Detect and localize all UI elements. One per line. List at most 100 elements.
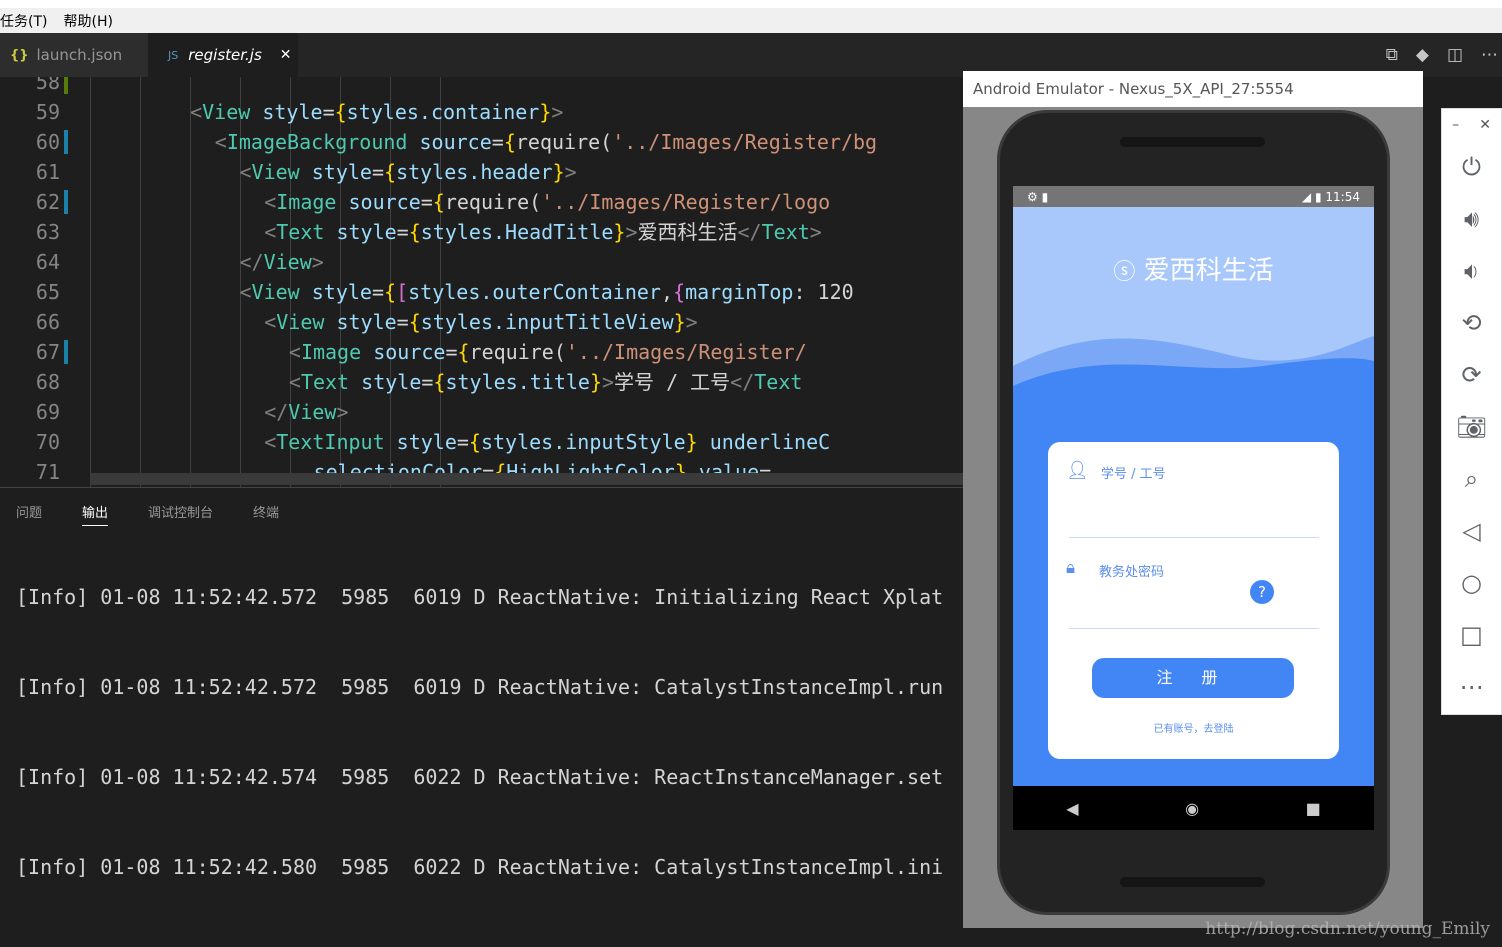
code-token: {: [408, 310, 421, 334]
code-token: underlineC: [697, 430, 831, 454]
code-token: Text: [761, 220, 810, 244]
signal-icon: ◢: [1301, 189, 1312, 204]
code-token: =: [371, 160, 385, 184]
tab-register-js[interactable]: JS register.js ✕: [148, 33, 298, 77]
code-token: '../Images/Register/logo: [541, 190, 831, 214]
more-icon[interactable]: ⋯: [1481, 45, 1498, 65]
code-token: {: [334, 100, 347, 124]
git-gutter-mark: [64, 190, 68, 214]
code-token: </: [239, 250, 264, 274]
id-input[interactable]: [1069, 537, 1319, 538]
line-number: 62: [35, 190, 60, 214]
tab-problems[interactable]: 问题: [16, 502, 42, 526]
home-icon[interactable]: ○: [1442, 557, 1501, 609]
register-button[interactable]: 注 册: [1092, 658, 1294, 698]
close-icon[interactable]: ✕: [280, 47, 292, 63]
close-icon[interactable]: ✕: [1479, 117, 1491, 133]
code-token: {: [432, 190, 445, 214]
code-token: <: [190, 100, 203, 124]
line-number: 71: [35, 460, 60, 484]
code-token: {: [468, 430, 481, 454]
back-icon[interactable]: ◀: [1066, 799, 1078, 818]
overview-icon[interactable]: □: [1442, 609, 1501, 661]
line-number: 67: [35, 340, 60, 364]
home-icon[interactable]: ◉: [1185, 799, 1199, 818]
code-token: <: [214, 130, 227, 154]
zoom-icon[interactable]: ⌕: [1442, 453, 1501, 505]
open-preview-icon[interactable]: ⧉: [1386, 45, 1398, 65]
menu-tasks[interactable]: 任务(T): [0, 11, 47, 31]
line-number: 69: [35, 400, 60, 424]
code-token: style: [250, 100, 323, 124]
login-link[interactable]: 已有账号，去登陆: [1048, 720, 1339, 735]
code-token: </: [264, 400, 289, 424]
code-line: <Image source={require('../Images/Regist…: [264, 187, 830, 217]
code-token: =: [491, 130, 504, 154]
code-token: marginTop: [685, 280, 794, 304]
code-token: >: [625, 220, 638, 244]
code-line: <Text style={styles.title}>学号 / 工号</Text: [289, 367, 803, 397]
bottom-speaker: [1120, 877, 1265, 887]
code-token: ,: [660, 280, 674, 304]
minimize-icon[interactable]: –: [1452, 117, 1459, 133]
split-editor-icon[interactable]: ◫: [1447, 45, 1463, 65]
code-token: styles.title: [445, 370, 590, 394]
tab-terminal[interactable]: 终端: [253, 502, 279, 526]
help-icon[interactable]: ?: [1250, 580, 1274, 604]
code-token: <: [264, 220, 277, 244]
code-token: =: [322, 100, 335, 124]
git-compare-icon[interactable]: ◆: [1416, 45, 1429, 65]
logo-icon: ⓢ: [1113, 260, 1136, 285]
code-token: '../Images/Register/: [565, 340, 807, 364]
power-icon[interactable]: ⏻: [1442, 141, 1501, 193]
volume-up-icon[interactable]: 🔊︎: [1442, 193, 1501, 245]
code-token: View: [263, 250, 312, 274]
git-gutter-mark: [64, 340, 68, 364]
horizontal-scrollbar[interactable]: [90, 473, 963, 485]
code-token: Text: [300, 370, 350, 394]
code-token: style: [384, 430, 457, 454]
settings-icon: ⚙: [1027, 189, 1038, 204]
code-token: TextInput: [276, 430, 385, 454]
code-token: require(: [469, 340, 566, 364]
volume-down-icon[interactable]: 🔉︎: [1442, 245, 1501, 297]
code-line: <TextInput style={styles.inputStyle} und…: [264, 427, 830, 457]
code-line: <View style={[styles.outerContainer,{mar…: [240, 277, 854, 307]
menu-help[interactable]: 帮助(H): [63, 11, 112, 31]
code-token: <: [239, 160, 252, 184]
code-token: <: [239, 280, 252, 304]
status-bar: ⚙ ▮ ◢ ▮ 11:54: [1013, 186, 1374, 207]
code-token: styles.inputTitleView: [420, 310, 674, 334]
code-token: }: [552, 160, 565, 184]
back-icon[interactable]: ◁: [1442, 505, 1501, 557]
camera-icon[interactable]: 📷︎: [1442, 401, 1501, 453]
code-token: style: [299, 280, 372, 304]
code-editor[interactable]: 58 59 <View style={styles.container}> 60 <Im…: [0, 77, 963, 487]
code-token: source: [336, 190, 421, 214]
code-token: }: [589, 370, 602, 394]
code-line: <Image source={require('../Images/Regist…: [289, 337, 807, 367]
tab-launch-json[interactable]: {} launch.json: [0, 33, 148, 77]
password-input[interactable]: [1069, 628, 1319, 629]
output-line: [Info] 01-08 11:52:42.572 5985 6019 D Re…: [16, 585, 944, 609]
rotate-left-icon[interactable]: ⟲: [1442, 297, 1501, 349]
code-token: style: [349, 370, 422, 394]
tab-output[interactable]: 输出: [82, 502, 109, 526]
code-token: styles.header: [396, 160, 553, 184]
recents-icon[interactable]: ■: [1306, 799, 1321, 818]
code-token: require(: [515, 130, 613, 154]
android-emulator-window: Android Emulator - Nexus_5X_API_27:5554 …: [963, 71, 1423, 928]
code-token: styles.HeadTitle: [420, 220, 614, 244]
phone-screen[interactable]: ⚙ ▮ ◢ ▮ 11:54 ⓢ 爱西科生活 👤︎ 学号 / 工号 🔒︎ 教务处密…: [1013, 186, 1374, 830]
code-token: }: [539, 100, 552, 124]
code-token: {: [433, 370, 446, 394]
watermark: http://blog.csdn.net/young_Emily: [1205, 919, 1490, 939]
more-icon[interactable]: ⋯: [1442, 661, 1501, 713]
code-token: =: [396, 310, 409, 334]
code-token: <: [288, 370, 301, 394]
rotate-right-icon[interactable]: ⟳: [1442, 349, 1501, 401]
tab-debug-console[interactable]: 调试控制台: [148, 502, 213, 526]
code-token: <: [264, 190, 277, 214]
code-token: style: [299, 160, 372, 184]
code-token: <: [264, 430, 277, 454]
